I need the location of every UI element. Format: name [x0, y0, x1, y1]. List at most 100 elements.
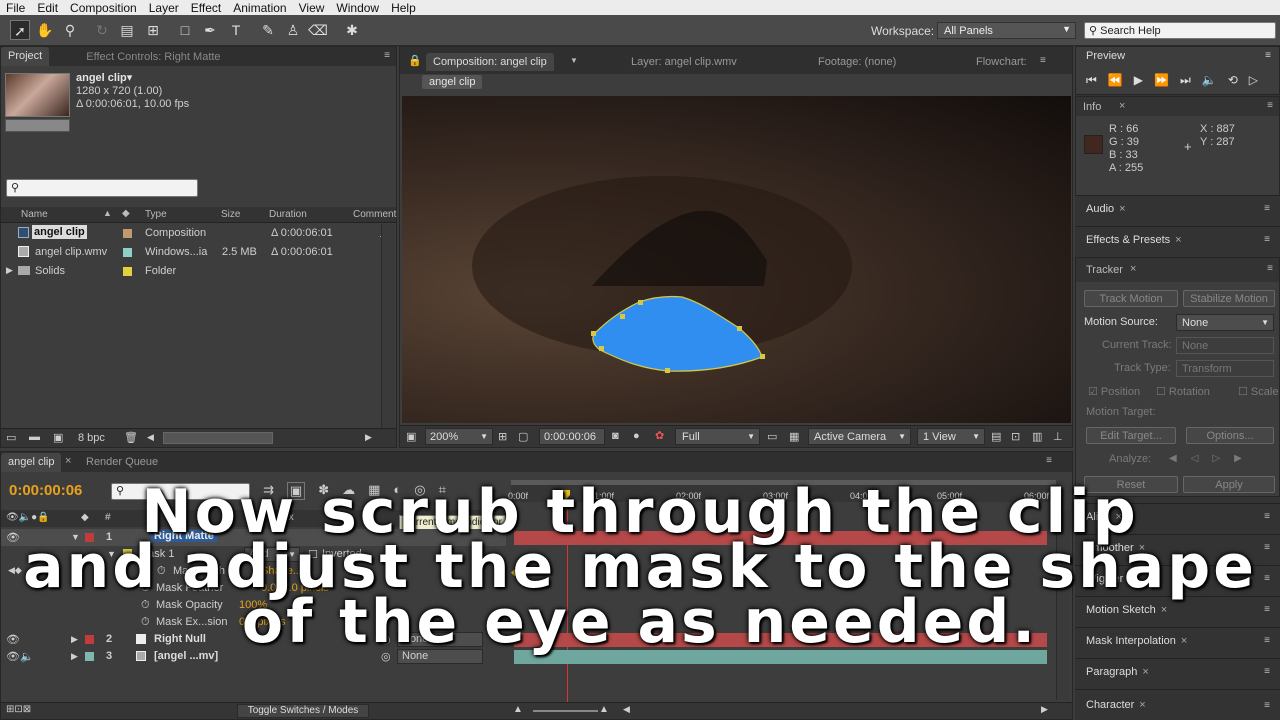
panel-menu-icon[interactable]: ≡: [384, 50, 390, 61]
show-snapshot-icon[interactable]: ●: [633, 430, 640, 442]
thumb-name[interactable]: angel clip▾: [76, 71, 132, 84]
next-frame-icon[interactable]: ⏩: [1154, 73, 1169, 88]
scroll-left-icon[interactable]: ◀: [147, 432, 154, 443]
type-tool-icon[interactable]: T: [226, 20, 246, 40]
search-help-input[interactable]: ⚲ Search Help: [1084, 22, 1276, 39]
interpret-footage-icon[interactable]: ▭: [6, 431, 16, 444]
resolution-select[interactable]: Full ▼: [675, 428, 760, 445]
horizontal-scrollbar-thumb[interactable]: [163, 432, 273, 444]
col-comment[interactable]: Comment: [353, 209, 396, 220]
menu-edit[interactable]: Edit: [31, 1, 64, 15]
edit-target-button[interactable]: Edit Target...: [1086, 427, 1176, 444]
preview-title[interactable]: Preview: [1086, 50, 1125, 62]
tab-footage[interactable]: Footage: (none): [818, 56, 896, 68]
prev-frame-icon[interactable]: ⏪: [1108, 73, 1123, 88]
ram-preview-icon[interactable]: ▷: [1249, 73, 1258, 88]
mask-vertex[interactable]: [760, 354, 765, 359]
mask-vertex[interactable]: [599, 346, 604, 351]
project-row[interactable]: angel clip Composition Δ 0:00:06:01 ⊥: [1, 224, 389, 243]
col-name[interactable]: Name: [21, 209, 48, 220]
menu-composition[interactable]: Composition: [64, 1, 143, 15]
eraser-tool-icon[interactable]: ⌫: [308, 20, 328, 40]
paragraph-panel-tab[interactable]: Paragraph × ≡: [1075, 658, 1280, 684]
comp-breadcrumb[interactable]: angel clip: [422, 75, 483, 89]
close-icon[interactable]: ×: [65, 455, 71, 467]
label-color-swatch[interactable]: [123, 229, 132, 238]
always-preview-icon[interactable]: ▣: [406, 430, 416, 443]
row-name[interactable]: angel clip.wmv: [35, 246, 107, 258]
tab-render-queue[interactable]: Render Queue: [86, 456, 158, 468]
menu-view[interactable]: View: [293, 1, 331, 15]
panel-menu-icon[interactable]: ≡: [1264, 203, 1270, 214]
project-scrollbar[interactable]: [381, 224, 395, 428]
scroll-right-icon[interactable]: ▶: [365, 432, 372, 443]
mask-vertex[interactable]: [737, 326, 742, 331]
scroll-right-icon[interactable]: ▶: [1041, 704, 1048, 715]
new-folder-icon[interactable]: ▬: [29, 431, 40, 443]
menu-layer[interactable]: Layer: [143, 1, 185, 15]
flowchart-icon[interactable]: ⊥: [1053, 430, 1063, 443]
menu-effect[interactable]: Effect: [185, 1, 227, 15]
region-of-interest-icon[interactable]: ▭: [767, 430, 777, 443]
rotation-checkbox[interactable]: ☐ Rotation: [1156, 385, 1210, 398]
brush-tool-icon[interactable]: ✎: [258, 20, 278, 40]
analyze-controls[interactable]: ◀◁▷▶: [1169, 453, 1256, 464]
close-icon[interactable]: ×: [1130, 263, 1136, 275]
panel-menu-icon[interactable]: ≡: [1264, 666, 1270, 677]
panel-menu-icon[interactable]: ≡: [1264, 700, 1270, 711]
options-button[interactable]: Options...: [1186, 427, 1274, 444]
zoom-select[interactable]: 200% ▼: [425, 428, 493, 445]
menu-animation[interactable]: Animation: [227, 1, 292, 15]
loop-icon[interactable]: ⟲: [1228, 73, 1238, 88]
mask-vertex[interactable]: [665, 368, 670, 373]
puppet-pin-tool-icon[interactable]: ✱: [342, 20, 362, 40]
layer-name[interactable]: [angel ...mv]: [154, 650, 218, 662]
close-icon[interactable]: ×: [1175, 234, 1181, 246]
track-type-select[interactable]: Transform: [1176, 360, 1274, 377]
label-color-swatch[interactable]: [85, 652, 94, 661]
transparency-grid-icon[interactable]: ▦: [789, 430, 799, 443]
bpc-button[interactable]: 8 bpc: [78, 432, 105, 444]
mask-vertex[interactable]: [620, 314, 625, 319]
expand-panes-icon[interactable]: ⊞⊡⊠: [6, 704, 31, 715]
project-row[interactable]: ▶ Solids Folder: [1, 262, 381, 281]
audio-icon[interactable]: 🔈: [1202, 73, 1217, 88]
tracker-title[interactable]: Tracker: [1076, 264, 1130, 276]
close-icon[interactable]: ×: [1119, 100, 1125, 112]
tab-effect-controls[interactable]: Effect Controls: Right Matte: [79, 51, 227, 63]
col-type[interactable]: Type: [145, 209, 167, 220]
mask-vertex[interactable]: [638, 300, 643, 305]
new-comp-icon[interactable]: ▣: [53, 431, 63, 444]
panel-menu-icon[interactable]: ≡: [1264, 234, 1270, 245]
scroll-left-icon[interactable]: ◀: [623, 704, 630, 715]
menu-file[interactable]: File: [0, 1, 31, 15]
fast-previews-icon[interactable]: ⊡: [1011, 430, 1020, 443]
close-icon[interactable]: ×: [1119, 203, 1125, 215]
zoom-out-icon[interactable]: ▲: [513, 704, 523, 715]
tab-project[interactable]: Project: [1, 47, 50, 66]
mask-vertex[interactable]: [591, 331, 596, 336]
row-name[interactable]: angel clip: [32, 225, 87, 239]
panel-menu-icon[interactable]: ≡: [1265, 50, 1271, 61]
chevron-down-icon[interactable]: ▼: [570, 56, 578, 65]
audio-panel-tab[interactable]: Audio × ≡: [1075, 195, 1280, 221]
clone-stamp-tool-icon[interactable]: ♙: [283, 20, 303, 40]
first-frame-icon[interactable]: ⏮: [1086, 73, 1097, 88]
close-icon[interactable]: ×: [1142, 666, 1148, 678]
col-duration[interactable]: Duration: [269, 209, 307, 220]
last-frame-icon[interactable]: ⏭: [1180, 73, 1191, 88]
panel-menu-icon[interactable]: ≡: [1040, 55, 1046, 66]
tab-composition[interactable]: Composition: angel clip: [426, 53, 554, 71]
comp-viewer[interactable]: [402, 96, 1071, 423]
tab-flowchart[interactable]: Flowchart:: [976, 56, 1027, 68]
timeline-icon[interactable]: ▥: [1032, 430, 1042, 443]
camera-tool-icon[interactable]: ▤: [117, 20, 137, 40]
stabilize-motion-button[interactable]: Stabilize Motion: [1183, 290, 1275, 307]
toggle-switches-modes-button[interactable]: Toggle Switches / Modes: [237, 704, 369, 718]
label-color-swatch[interactable]: [123, 248, 132, 257]
current-track-select[interactable]: None: [1176, 337, 1274, 354]
pan-behind-tool-icon[interactable]: ⊞: [143, 20, 163, 40]
camera-select[interactable]: Active Camera ▼: [808, 428, 911, 445]
snapshot-icon[interactable]: ◙: [612, 430, 619, 442]
menu-window[interactable]: Window: [330, 1, 385, 15]
